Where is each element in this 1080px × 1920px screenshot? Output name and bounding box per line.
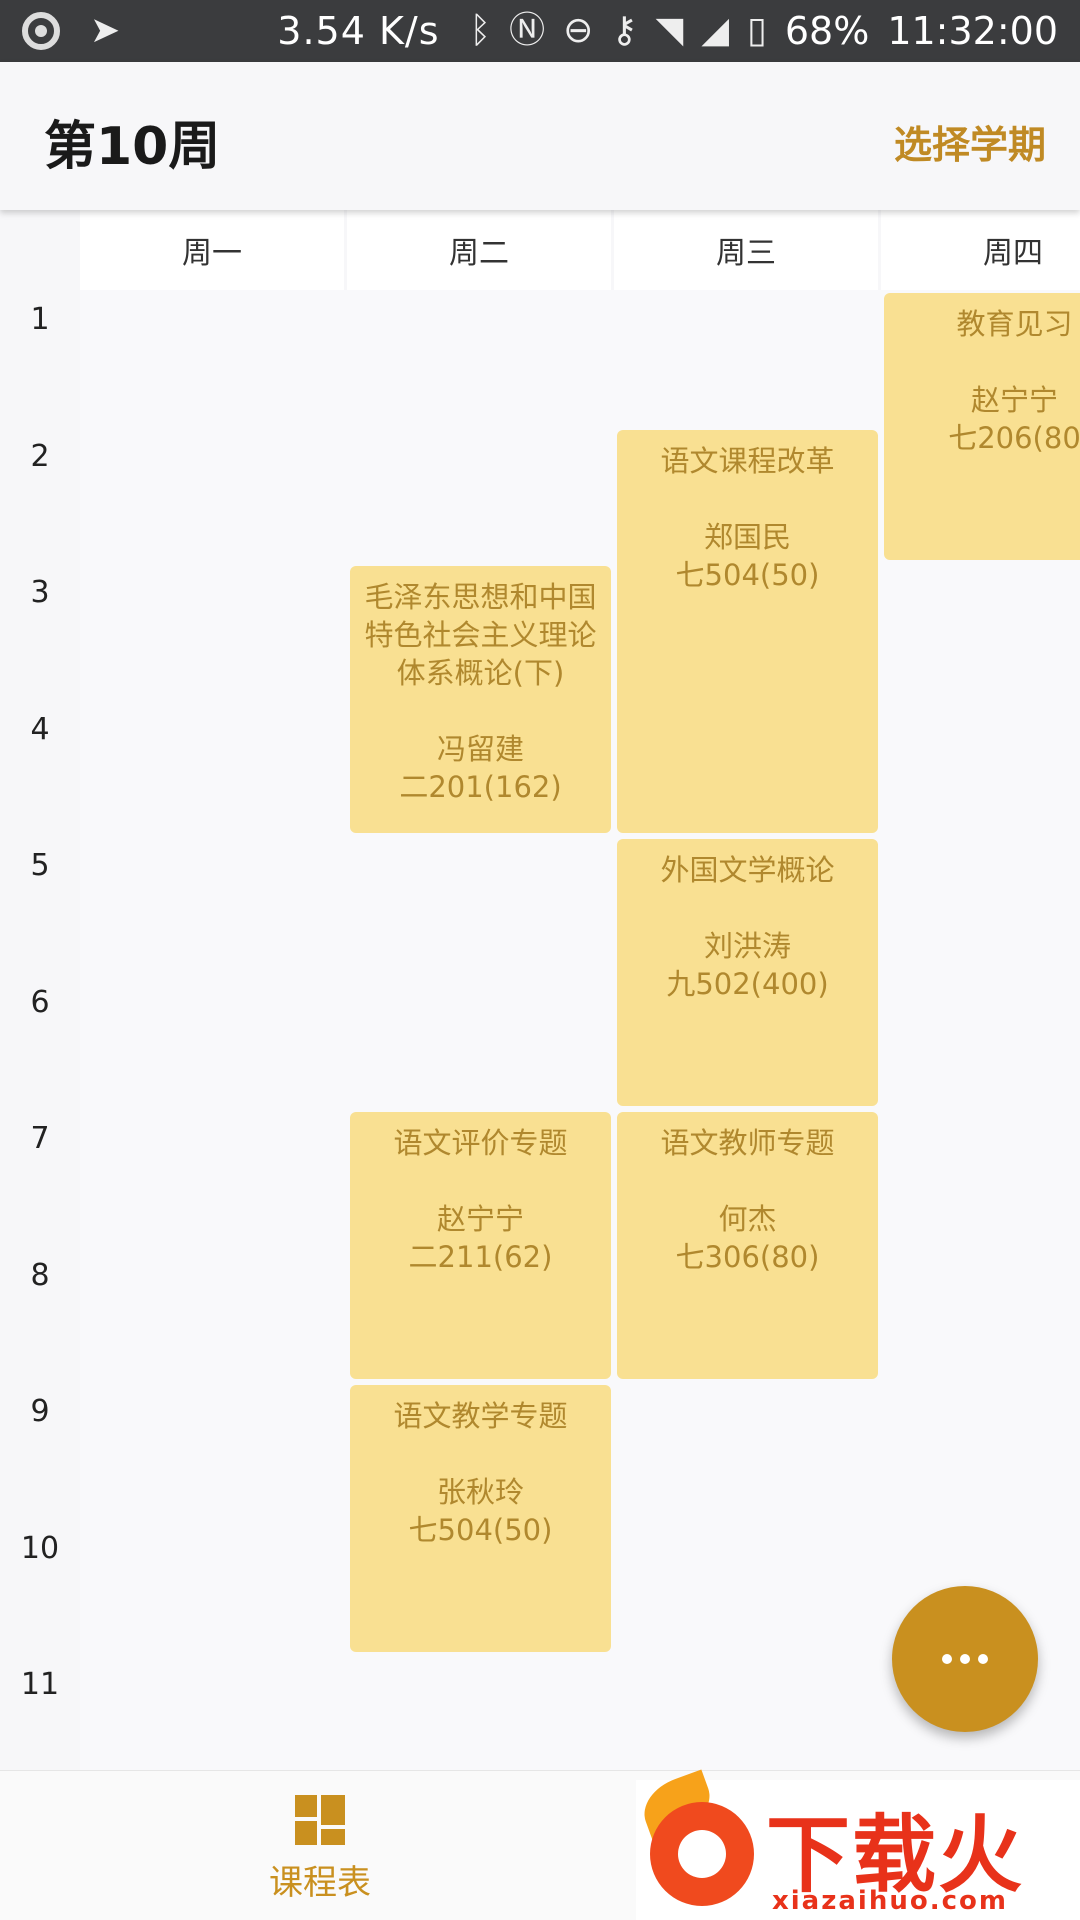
slot-number: 8 [30,1257,50,1293]
wifi-icon: ◥ [655,10,684,51]
app-bar: 第10周 选择学期 [0,62,1080,210]
slot-number: 11 [20,1667,60,1702]
slot-number: 9 [30,1394,50,1429]
course-name: 外国文学概论 [660,853,835,887]
more-icon-dot [960,1654,970,1664]
course-room: 七504(50) [675,557,820,592]
course-cell[interactable]: 语文评价专题 赵宁宁二211(62) [350,1112,611,1379]
course-spacer [360,692,601,730]
course-teacher: 何杰 [718,1202,777,1236]
course-teacher: 赵宁宁 [970,383,1058,417]
course-spacer [627,480,868,518]
bluetooth-icon: ᛒ [469,10,492,51]
course-room: 七504(50) [408,1513,553,1547]
course-spacer [360,1435,601,1473]
course-spacer [360,1162,601,1200]
course-name: 语文评价专题 [393,1126,568,1160]
course-teacher: 郑国民 [703,519,791,554]
more-fab-button[interactable] [892,1586,1038,1732]
slot-number: 10 [20,1530,60,1566]
day-header: 周三 [614,210,878,290]
more-icon [942,1654,952,1664]
course-teacher: 刘洪涛 [703,929,791,963]
day-header: 周二 [347,210,611,290]
course-name: 毛泽东思想和中国特色社会主义理论体系概论(下) [364,580,597,690]
dnd-icon: ⊖ [563,10,594,51]
course-room: 二201(162) [399,770,562,804]
slot-number: 2 [30,438,50,474]
course-room: 九502(400) [666,967,829,1001]
day-header: 周四 [881,210,1080,290]
download-logo-icon [650,1802,754,1906]
course-name: 教育见习 [956,307,1073,341]
battery-percent: 68% [784,9,870,53]
course-room: 七206(80 [948,421,1080,455]
slot-number: 4 [30,711,50,747]
record-icon [22,12,60,50]
week-title: 第10周 [44,117,221,177]
course-cell[interactable]: 外国文学概论 刘洪涛九502(400) [617,839,878,1106]
course-cell[interactable]: 语文教学专题 张秋玲七504(50) [350,1385,611,1652]
course-name: 语文教学专题 [393,1399,568,1433]
course-cell[interactable]: 教育见习赵宁宁七206(80 [884,293,1080,560]
signal-icon: ◢ [701,10,730,51]
course-spacer [627,1162,868,1200]
schedule-icon [295,1795,345,1845]
send-icon: ➤ [90,10,121,51]
course-room: 二211(62) [408,1240,553,1274]
no-sim-icon: ▯ [747,10,767,51]
slot-number: 6 [30,984,50,1020]
course-name: 语文课程改革 [660,443,835,478]
nfc-icon: Ⓝ [509,10,546,51]
course-teacher: 冯留建 [436,732,524,766]
course-cell[interactable]: 语文课程改革 郑国民 七504(50) [617,429,878,833]
course-room: 七306(80) [675,1240,820,1274]
timetable-grid[interactable]: 周一 周二 周三 周四 1 2 3 4 5 6 7 8 9 10 11 毛泽东思想和中国特色社会主义理论体… [0,210,1080,1770]
slot-number: 1 [30,302,50,337]
more-icon-dot [978,1654,988,1664]
course-name: 语文教师专题 [660,1126,835,1160]
slot-number: 3 [30,575,50,610]
nav-schedule[interactable]: 课程表 [250,1795,390,1904]
course-spacer [627,889,868,927]
watermark-logo: 下载火 xiazaihuo.com [635,1769,1080,1920]
nav-schedule-label: 课程表 [269,1863,371,1903]
slot-number: 7 [30,1121,50,1156]
course-spacer [894,343,1080,381]
day-header: 周一 [80,210,344,290]
vpn-key-icon: ⚷ [611,10,638,51]
status-bar: ➤ 3.54 K/s ᛒ Ⓝ ⊖ ⚷ ◥ ◢ ▯ 68% 11:32:00 [0,0,1080,62]
course-cell[interactable]: 语文教师专题 何杰七306(80) [617,1112,878,1379]
network-speed: 3.54 K/s [277,9,440,53]
course-teacher: 赵宁宁 [436,1202,524,1236]
course-cell[interactable]: 毛泽东思想和中国特色社会主义理论体系概论(下) 冯留建二201(162) [350,566,611,833]
course-teacher: 张秋玲 [436,1475,524,1509]
select-term-button[interactable]: 选择学期 [894,114,1046,169]
watermark-url: xiazaihuo.com [772,1886,1008,1916]
slot-number: 5 [30,848,50,883]
clock: 11:32:00 [887,9,1058,53]
